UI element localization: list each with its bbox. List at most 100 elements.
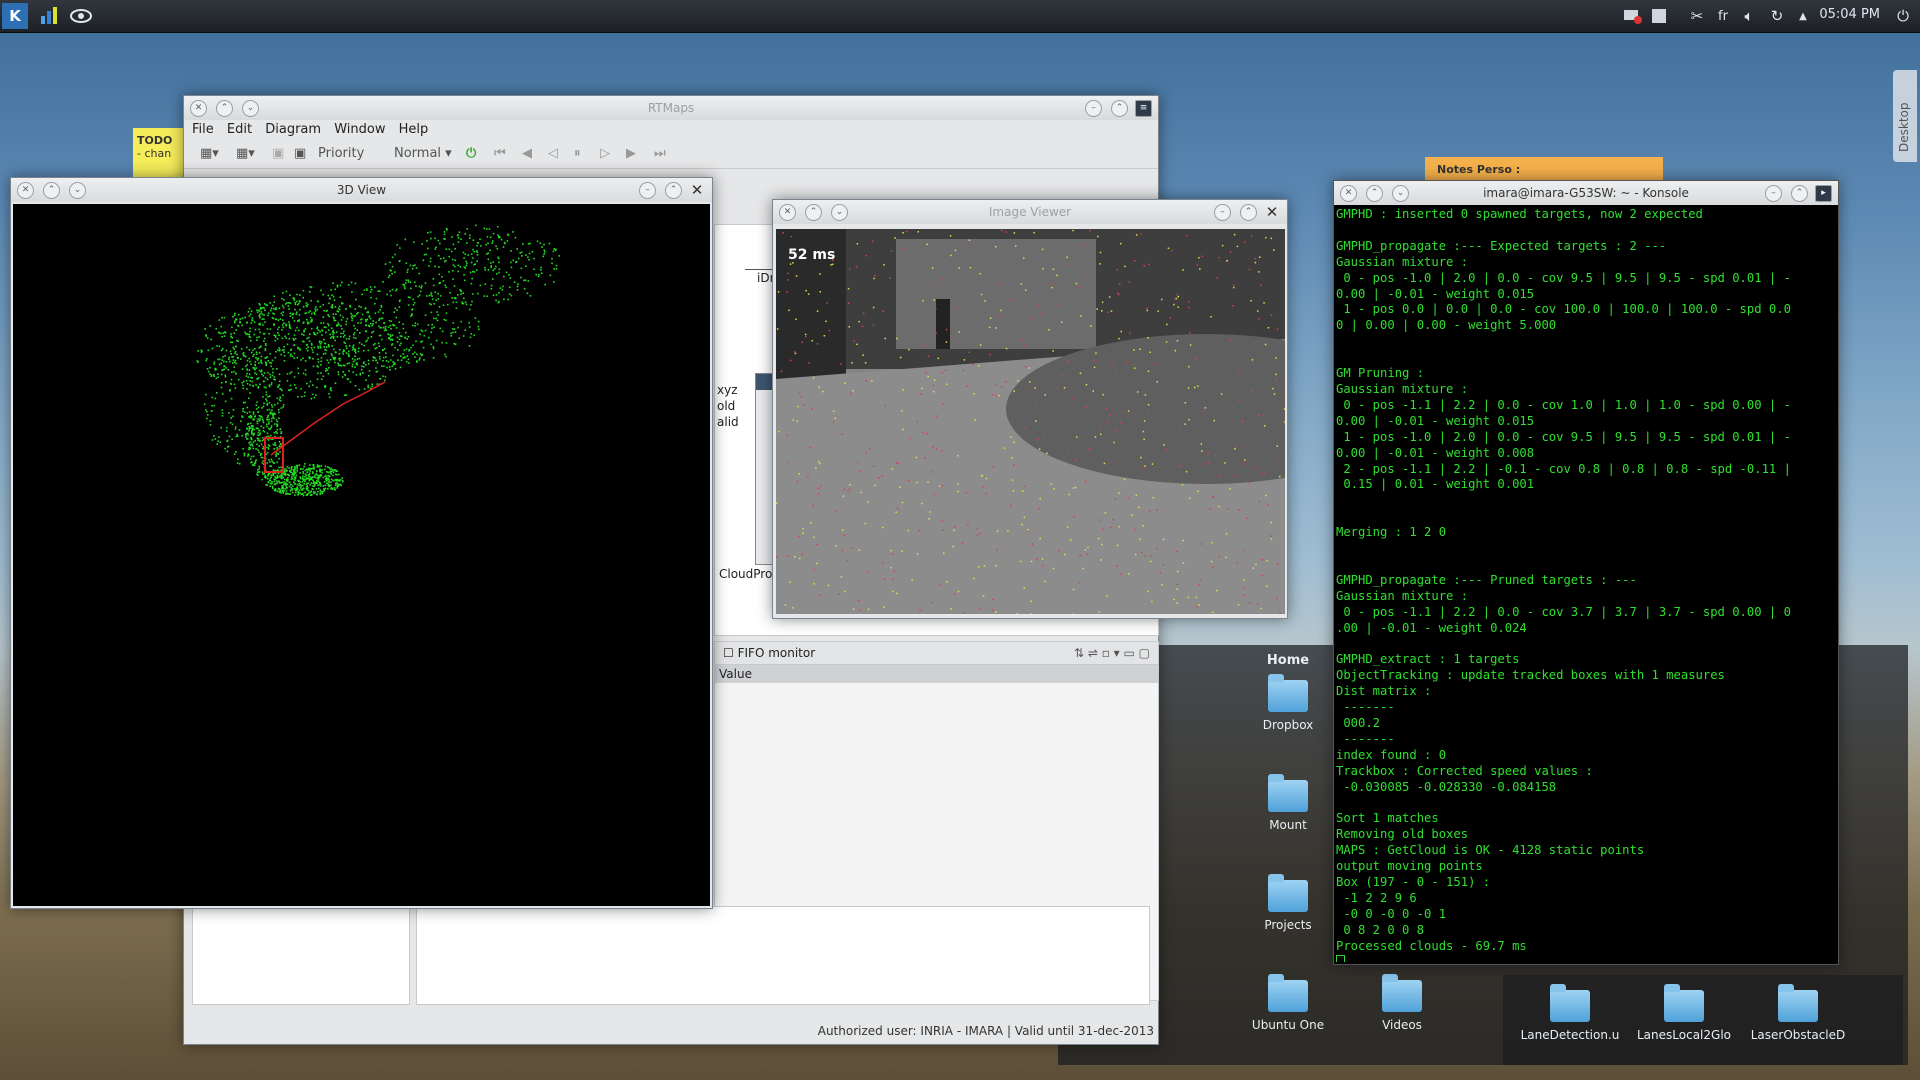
- desktop-item[interactable]: LaneDetection.u: [1520, 984, 1620, 1042]
- terminal-line: output moving points: [1336, 859, 1483, 874]
- pause-icon[interactable]: ⏸: [574, 146, 581, 161]
- terminal-line: Sort 1 matches: [1336, 811, 1439, 826]
- menu-window[interactable]: Window: [334, 120, 385, 140]
- kde-menu-icon[interactable]: K: [2, 3, 28, 29]
- minimize-icon[interactable]: –: [1214, 204, 1231, 221]
- clock[interactable]: 05:04 PM: [1819, 7, 1880, 22]
- todo-note-widget[interactable]: TODO - chan: [133, 128, 185, 178]
- close-icon[interactable]: ✕: [190, 100, 207, 117]
- desktop-item[interactable]: Mount: [1238, 774, 1338, 832]
- shade-icon[interactable]: ⌃: [43, 182, 60, 199]
- close-icon[interactable]: ✕: [779, 204, 796, 221]
- open-diagram-icon[interactable]: ▦▾: [236, 146, 255, 161]
- chevron-down-icon[interactable]: ⌄: [1392, 185, 1409, 202]
- menu-file[interactable]: File: [192, 120, 214, 140]
- fifo-value-column-header[interactable]: Value: [715, 665, 1158, 683]
- terminal-line: 0 - pos -1.0 | 2.0 | 0.0 - cov 9.5 | 9.5…: [1336, 270, 1791, 285]
- menu-diagram[interactable]: Diagram: [265, 120, 321, 140]
- terminal-line: GMPHD : inserted 0 spawned targets, now …: [1336, 207, 1703, 221]
- point-cloud-points: [196, 224, 561, 497]
- point-cloud-canvas[interactable]: [13, 204, 710, 906]
- close-x-icon[interactable]: ✕: [1263, 203, 1281, 221]
- rewind-icon[interactable]: ⏮: [494, 146, 506, 161]
- camera-image[interactable]: 52 ms: [776, 229, 1285, 614]
- rtmaps-titlebar[interactable]: RTMaps ✕ ⌃ ⌄ – ⌃ ≡: [184, 96, 1158, 120]
- terminal-line: -------: [1336, 700, 1395, 715]
- window-title: Image Viewer: [988, 205, 1072, 219]
- maximize-icon[interactable]: ⌃: [1240, 204, 1257, 221]
- folder-icon: [1550, 984, 1590, 1022]
- fifo-monitor-title[interactable]: FIFO monitor: [738, 646, 816, 660]
- port-label: alid: [717, 415, 739, 429]
- desktop-item[interactable]: Ubuntu One: [1238, 974, 1338, 1032]
- close-icon[interactable]: ✕: [1340, 185, 1357, 202]
- terminal-output[interactable]: GMPHD : inserted 0 spawned targets, now …: [1336, 207, 1836, 962]
- clipboard-icon[interactable]: [1646, 3, 1672, 29]
- konsole-titlebar[interactable]: imara@imara-G53SW: ~ - Konsole ✕ ⌃ ⌄ – ⌃…: [1334, 181, 1838, 205]
- volume-icon[interactable]: 🔈︎: [1736, 3, 1762, 29]
- 3d-view-titlebar[interactable]: 3D View ✕ ⌃ ⌄ – ⌃ ✕: [11, 178, 712, 202]
- keyboard-layout-indicator[interactable]: fr: [1710, 3, 1736, 29]
- shade-icon[interactable]: ⌃: [805, 204, 822, 221]
- save-icon[interactable]: ▣: [272, 146, 284, 161]
- new-diagram-icon[interactable]: ▦▾: [200, 146, 219, 161]
- chevron-down-icon[interactable]: ⌄: [831, 204, 848, 221]
- priority-value: Normal: [394, 146, 442, 161]
- maximize-icon[interactable]: ⌃: [665, 182, 682, 199]
- next-icon[interactable]: ▷: [600, 146, 610, 161]
- folder-icon: [1778, 984, 1818, 1022]
- sync-icon[interactable]: ↻: [1764, 3, 1790, 29]
- step-forward-icon[interactable]: ▶: [626, 146, 636, 161]
- terminal-line: 1 - pos 0.0 | 0.0 | 0.0 - cov 100.0 | 10…: [1336, 302, 1791, 317]
- step-back-icon[interactable]: ◀: [522, 146, 532, 161]
- power-icon[interactable]: ⏻: [1890, 3, 1916, 29]
- tools-icon[interactable]: ✂: [1684, 3, 1710, 29]
- maximize-icon[interactable]: ⌃: [1111, 100, 1128, 117]
- eye-app-icon[interactable]: [68, 3, 94, 29]
- shade-icon[interactable]: ⌃: [216, 100, 233, 117]
- minimize-icon[interactable]: –: [1085, 100, 1102, 117]
- save-as-icon[interactable]: ▣: [294, 146, 306, 161]
- system-monitor-icon[interactable]: [36, 3, 62, 29]
- desktop-item-label: Projects: [1264, 918, 1312, 932]
- notes-perso-widget[interactable]: Notes Perso :: [1425, 157, 1663, 181]
- fast-forward-icon[interactable]: ⏭: [654, 146, 666, 161]
- tray-expand-arrow-icon[interactable]: ▲: [1790, 3, 1816, 29]
- close-icon[interactable]: ✕: [17, 182, 34, 199]
- folderview-title: Home: [1266, 653, 1310, 668]
- status-bar: Authorized user: INRIA - IMARA | Valid u…: [817, 1024, 1154, 1038]
- terminal-line: GMPHD_extract : 1 targets: [1336, 652, 1520, 667]
- image-viewer-titlebar[interactable]: Image Viewer ✕ ⌃ ⌄ – ⌃ ✕: [773, 200, 1287, 224]
- panel-controls-icon[interactable]: ⇅ ⇌ ▫ ▾ ▭ ▢: [1074, 642, 1150, 664]
- chevron-down-icon[interactable]: ⌄: [242, 100, 259, 117]
- close-x-icon[interactable]: ✕: [688, 181, 706, 199]
- maximize-icon[interactable]: ⌃: [1791, 185, 1808, 202]
- priority-select[interactable]: Normal ▾: [394, 146, 452, 161]
- terminal-app-icon[interactable]: ▸: [1815, 185, 1832, 202]
- terminal-line: 0.00 | -0.01 - weight 0.008: [1336, 445, 1535, 460]
- ubuntu-one-icon: [1268, 974, 1308, 1012]
- minimize-icon[interactable]: –: [1765, 185, 1782, 202]
- desktop-item[interactable]: LaserObstacleD: [1748, 984, 1848, 1042]
- app-menu-icon[interactable]: ≡: [1135, 100, 1152, 117]
- prev-icon[interactable]: ◁: [548, 146, 558, 161]
- chevron-down-icon[interactable]: ⌄: [69, 182, 86, 199]
- desktop-item[interactable]: Projects: [1238, 874, 1338, 932]
- minimize-icon[interactable]: –: [639, 182, 656, 199]
- desktop-item[interactable]: LanesLocal2Glo: [1634, 984, 1734, 1042]
- shade-icon[interactable]: ⌃: [1366, 185, 1383, 202]
- menu-edit[interactable]: Edit: [227, 120, 252, 140]
- desktop-item[interactable]: Videos: [1352, 974, 1452, 1032]
- menu-help[interactable]: Help: [399, 120, 429, 140]
- desktop-item-label: Dropbox: [1262, 718, 1314, 732]
- run-icon[interactable]: ⏻: [466, 146, 476, 161]
- desktop-item[interactable]: Dropbox: [1238, 674, 1338, 732]
- terminal-line: 0 | 0.00 | 0.00 - weight 5.000: [1336, 318, 1557, 333]
- network-disconnected-icon[interactable]: [1620, 3, 1646, 29]
- desktop-toolbox-tab[interactable]: Desktop: [1893, 70, 1917, 162]
- terminal-line: Merging : 1 2 0: [1336, 525, 1447, 540]
